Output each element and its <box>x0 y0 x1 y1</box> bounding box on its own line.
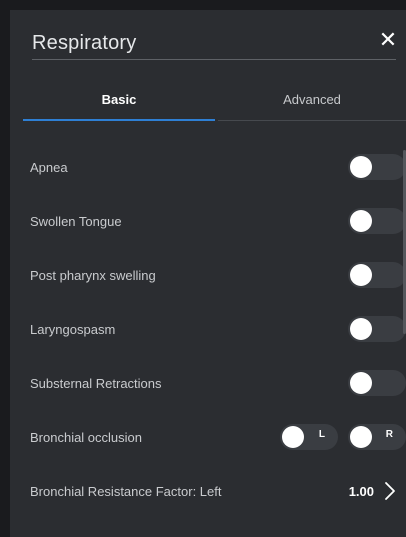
panel-header: Respiratory ✕ <box>10 10 406 74</box>
row-bronchial-resistance-left[interactable]: Bronchial Resistance Factor: Left 1.00 <box>10 464 406 518</box>
panel-title: Respiratory <box>32 32 137 54</box>
toggle-knob <box>350 210 372 232</box>
swollen-tongue-toggle[interactable] <box>348 208 406 234</box>
toggle-knob <box>350 372 372 394</box>
post-pharynx-swelling-toggle[interactable] <box>348 262 406 288</box>
chevron-right-icon[interactable] <box>380 478 400 504</box>
row-post-pharynx-swelling: Post pharynx swelling <box>10 248 406 302</box>
resistance-value: 1.00 <box>348 484 374 499</box>
title-underline <box>32 59 396 60</box>
row-label: Swollen Tongue <box>30 214 122 229</box>
toggle-side-label: R <box>385 429 393 440</box>
row-label: Laryngospasm <box>30 322 116 337</box>
toggle-knob <box>350 264 372 286</box>
apnea-toggle[interactable] <box>348 154 406 180</box>
row-label: Bronchial occlusion <box>30 430 143 445</box>
toggle-side-label: L <box>318 429 325 440</box>
row-label: Post pharynx swelling <box>30 268 156 283</box>
close-icon[interactable]: ✕ <box>376 28 400 52</box>
tab-divider <box>218 120 406 121</box>
toggle-knob <box>350 318 372 340</box>
bronchial-occlusion-left-toggle[interactable]: L <box>280 424 338 450</box>
toggle-knob <box>350 426 372 448</box>
tab-bar: Basic Advanced <box>23 90 406 122</box>
laryngospasm-toggle[interactable] <box>348 316 406 342</box>
row-substernal-retractions: Substernal Retractions <box>10 356 406 410</box>
row-label: Bronchial Resistance Factor: Left <box>30 484 222 499</box>
toggle-knob <box>282 426 304 448</box>
active-tab-indicator <box>23 119 215 121</box>
row-label: Substernal Retractions <box>30 376 162 391</box>
row-laryngospasm: Laryngospasm <box>10 302 406 356</box>
row-swollen-tongue: Swollen Tongue <box>10 194 406 248</box>
bronchial-occlusion-right-toggle[interactable]: R <box>348 424 406 450</box>
toggle-knob <box>350 156 372 178</box>
row-apnea: Apnea <box>10 140 406 194</box>
row-bronchial-occlusion: Bronchial occlusion L R <box>10 410 406 464</box>
respiratory-panel: Respiratory ✕ Basic Advanced Apnea Swoll… <box>10 10 406 537</box>
tab-advanced[interactable]: Advanced <box>218 90 406 122</box>
tab-basic[interactable]: Basic <box>23 90 215 122</box>
row-label: Apnea <box>30 160 68 175</box>
substernal-retractions-toggle[interactable] <box>348 370 406 396</box>
